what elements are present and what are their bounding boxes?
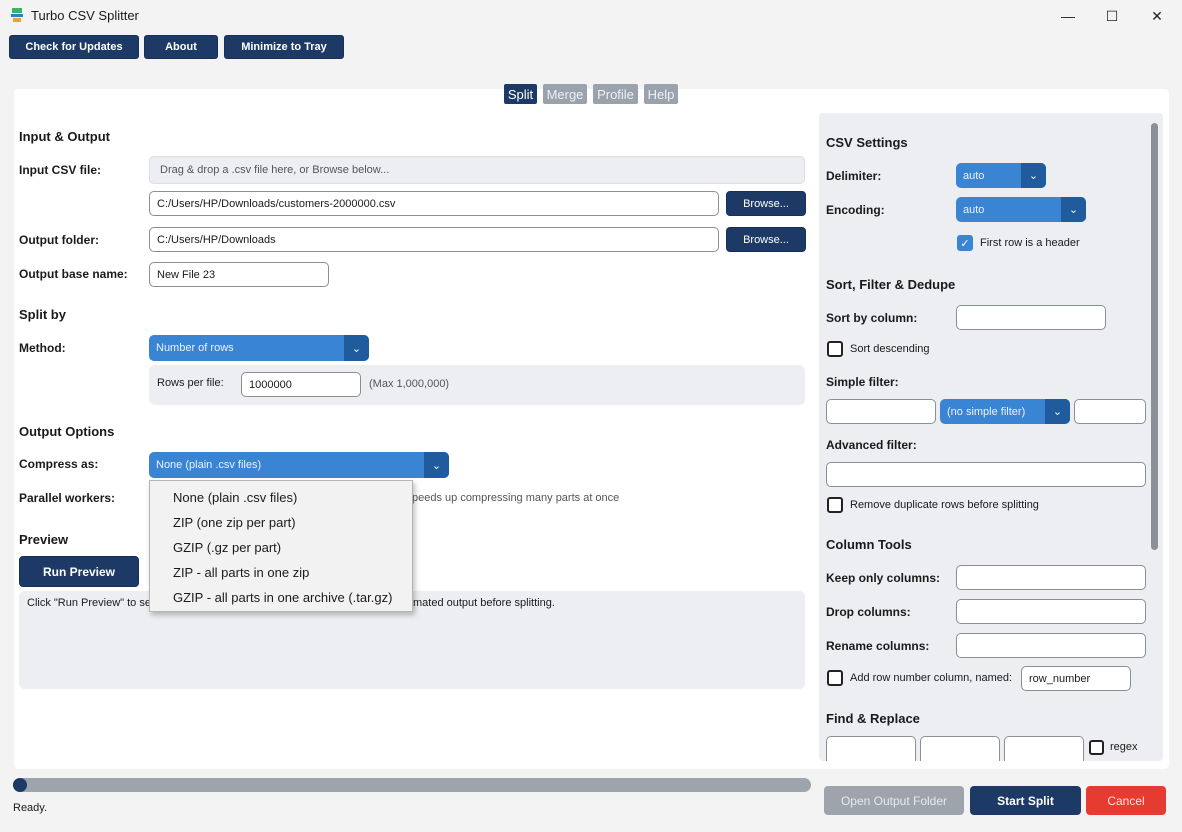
split-by-heading: Split by [19,307,66,322]
about-button[interactable]: About [144,35,218,59]
delimiter-value: auto [963,169,985,182]
encoding-value: auto [963,203,985,216]
output-folder-label: Output folder: [19,233,99,247]
progress-bar [13,778,811,792]
simple-filter-operator-select[interactable]: (no simple filter) ⌄ [940,399,1070,424]
find-field[interactable] [826,736,916,761]
maximize-window-button[interactable]: ☐ [1089,0,1135,32]
compress-as-select[interactable]: None (plain .csv files) ⌄ [149,452,449,478]
app-icon [10,7,24,23]
rows-per-file-hint: (Max 1,000,000) [369,378,450,390]
title-bar [0,0,1182,32]
menu-item-tar-gz[interactable]: GZIP - all parts in one archive (.tar.gz… [173,590,392,605]
check-updates-button[interactable]: Check for Updates [9,35,139,59]
advanced-filter-label: Advanced filter: [826,438,917,452]
compress-as-value: None (plain .csv files) [156,459,262,471]
start-split-button[interactable]: Start Split [970,786,1081,815]
menu-item-zip-all[interactable]: ZIP - all parts in one zip [173,565,309,580]
minimize-window-button[interactable]: — [1045,0,1091,32]
simple-filter-column-field[interactable] [826,399,936,424]
rows-per-file-field[interactable]: 1000000 [241,372,361,397]
progress-indicator [13,778,27,792]
method-label: Method: [19,341,66,355]
sort-column-field[interactable] [956,305,1106,330]
sort-descending-checkbox[interactable] [827,341,843,357]
parallel-workers-label: Parallel workers: [19,491,116,505]
tab-split[interactable]: Split [504,84,537,104]
menu-item-none[interactable]: None (plain .csv files) [173,490,297,505]
rename-columns-field[interactable] [956,633,1146,658]
sort-descending-label: Sort descending [850,343,930,355]
simple-filter-label: Simple filter: [826,375,899,389]
tab-profile[interactable]: Profile [593,84,638,104]
drop-columns-label: Drop columns: [826,605,911,619]
open-output-folder-button[interactable]: Open Output Folder [824,786,964,815]
delimiter-select[interactable]: auto ⌄ [956,163,1046,188]
chevron-down-icon: ⌄ [1021,163,1046,188]
menu-item-zip-per-part[interactable]: ZIP (one zip per part) [173,515,296,530]
close-window-button[interactable]: ✕ [1134,0,1180,32]
menu-item-gzip-per-part[interactable]: GZIP (.gz per part) [173,540,281,555]
sort-filter-heading: Sort, Filter & Dedupe [826,277,956,292]
compress-options-menu: None (plain .csv files) ZIP (one zip per… [149,480,413,612]
keep-columns-label: Keep only columns: [826,571,941,585]
chevron-down-icon: ⌄ [1045,399,1070,424]
parallel-workers-hint: peeds up compressing many parts at once [412,492,620,504]
column-tools-heading: Column Tools [826,537,912,552]
encoding-select[interactable]: auto ⌄ [956,197,1086,222]
regex-label: regex [1110,741,1138,753]
row-number-label: Add row number column, named: [850,672,1013,684]
compress-as-label: Compress as: [19,457,99,471]
output-basename-label: Output base name: [19,267,128,281]
tab-merge[interactable]: Merge [543,84,587,104]
tab-help[interactable]: Help [644,84,678,104]
chevron-down-icon: ⌄ [1061,197,1086,222]
preview-placeholder-left: Click "Run Preview" to se [27,597,151,609]
run-preview-button[interactable]: Run Preview [19,556,139,587]
input-csv-path-field[interactable]: C:/Users/HP/Downloads/customers-2000000.… [149,191,719,216]
rows-per-file-label: Rows per file: [157,377,224,389]
drop-columns-field[interactable] [956,599,1146,624]
preview-placeholder-right: mated output before splitting. [413,597,555,609]
output-folder-field[interactable]: C:/Users/HP/Downloads [149,227,719,252]
chevron-down-icon: ⌄ [344,335,369,361]
settings-scrollbar[interactable] [1151,123,1158,550]
preview-heading: Preview [19,532,69,547]
regex-checkbox[interactable] [1089,740,1104,755]
input-csv-label: Input CSV file: [19,163,101,177]
row-number-checkbox[interactable] [827,670,843,686]
browse-input-button[interactable]: Browse... [726,191,806,216]
header-checkbox[interactable]: ✓ [957,235,973,251]
chevron-down-icon: ⌄ [424,452,449,478]
csv-settings-heading: CSV Settings [826,135,908,150]
input-output-heading: Input & Output [19,129,110,144]
window-title: Turbo CSV Splitter [31,8,139,23]
advanced-filter-field[interactable] [826,462,1146,487]
dedupe-checkbox[interactable] [827,497,843,513]
cancel-button[interactable]: Cancel [1086,786,1166,815]
status-text: Ready. [13,802,48,814]
browse-output-button[interactable]: Browse... [726,227,806,252]
find-replace-column-field[interactable] [1004,736,1084,761]
simple-filter-operator-value: (no simple filter) [947,405,1026,418]
keep-columns-field[interactable] [956,565,1146,590]
encoding-label: Encoding: [826,203,885,217]
simple-filter-value-field[interactable] [1074,399,1146,424]
method-select-value: Number of rows [156,342,234,354]
csv-dropzone[interactable]: Drag & drop a .csv file here, or Browse … [149,156,805,184]
minimize-to-tray-button[interactable]: Minimize to Tray [224,35,344,59]
rename-columns-label: Rename columns: [826,639,930,653]
dedupe-label: Remove duplicate rows before splitting [850,499,1039,511]
output-options-heading: Output Options [19,424,115,439]
find-replace-heading: Find & Replace [826,711,920,726]
row-number-name-field[interactable]: row_number [1021,666,1131,691]
output-basename-field[interactable]: New File 23 [149,262,329,287]
header-checkbox-label: First row is a header [980,237,1080,249]
method-select[interactable]: Number of rows ⌄ [149,335,369,361]
replace-field[interactable] [920,736,1000,761]
delimiter-label: Delimiter: [826,169,882,183]
sort-column-label: Sort by column: [826,311,918,325]
